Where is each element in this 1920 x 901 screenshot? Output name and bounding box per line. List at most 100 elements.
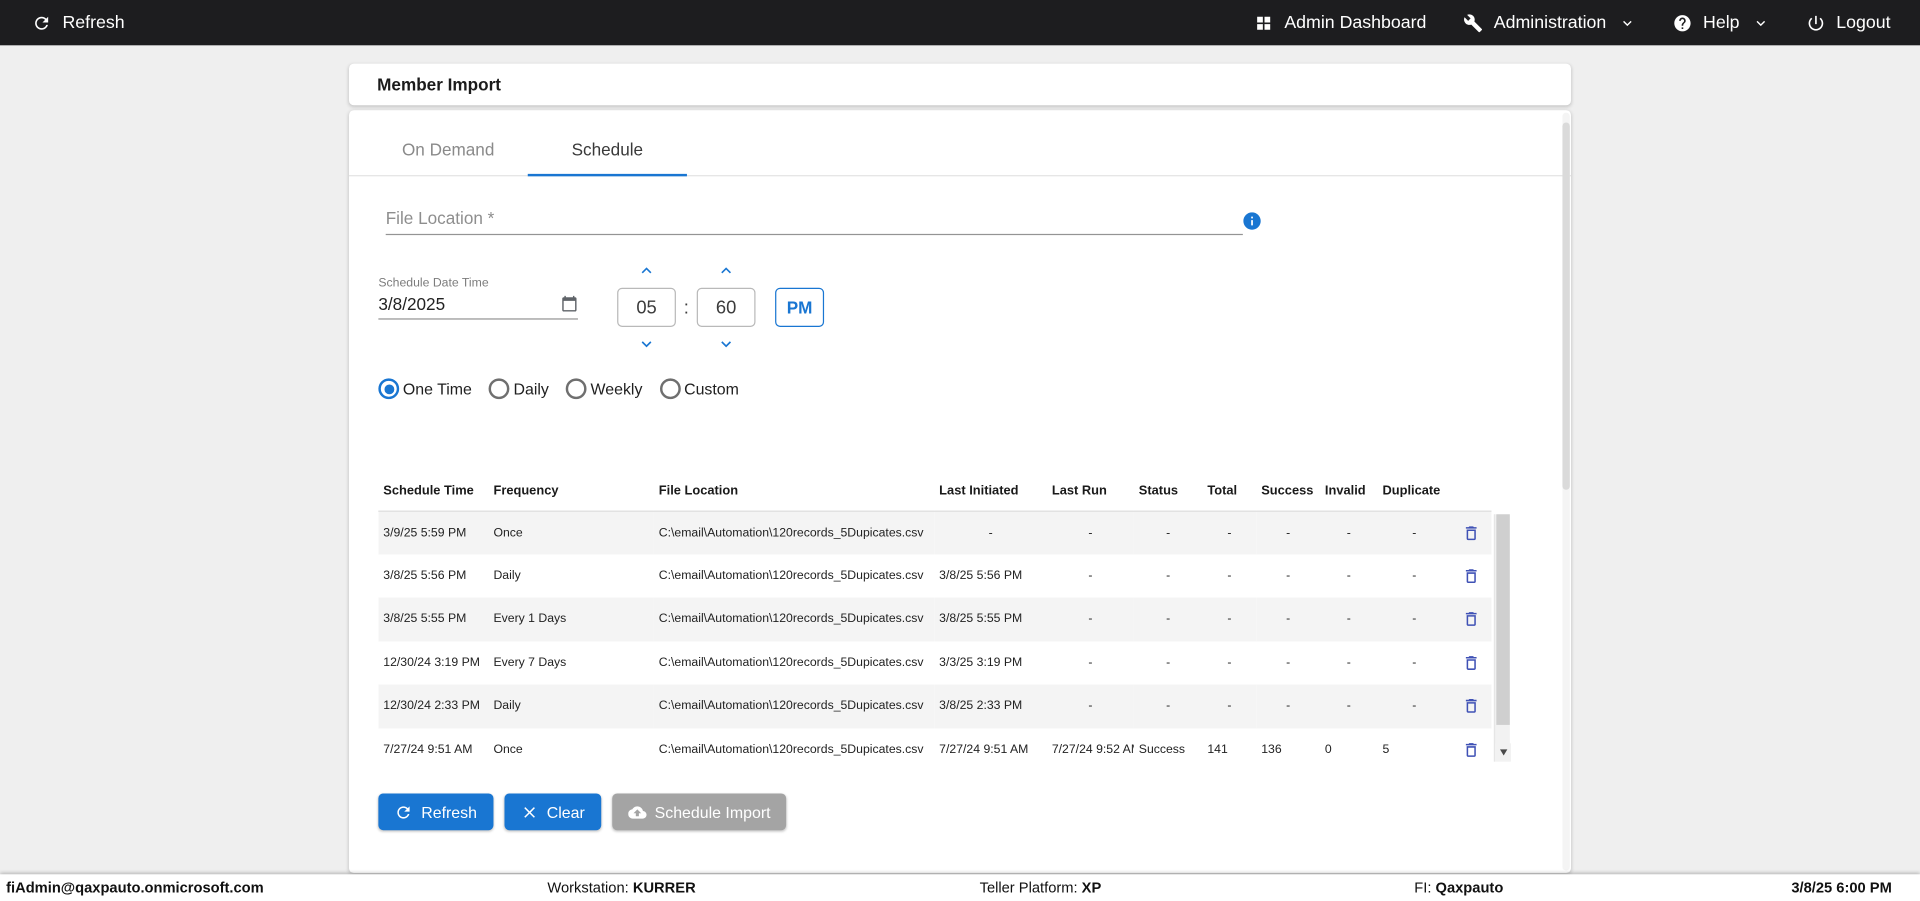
radio-icon <box>489 378 510 400</box>
scrollbar-thumb[interactable] <box>1496 514 1510 725</box>
table-cell: C:\email\Automation\120records_5Dupicate… <box>658 699 924 713</box>
table-cell: 3/8/25 5:56 PM <box>939 569 1023 583</box>
admin-dashboard-label: Admin Dashboard <box>1284 12 1427 33</box>
minute-decrement-button[interactable] <box>711 334 740 354</box>
table-cell: - <box>1412 525 1417 540</box>
topbar-help-menu[interactable]: Help <box>1672 12 1769 33</box>
table-cell: Every 7 Days <box>493 656 567 670</box>
hour-input[interactable]: 05 <box>617 287 676 327</box>
table-cell: 3/8/25 2:33 PM <box>939 699 1023 713</box>
help-label: Help <box>1703 12 1740 33</box>
column-header: Frequency <box>488 471 654 512</box>
table-cell: - <box>1088 656 1093 670</box>
action-buttons: Refresh Clear Schedule Import <box>378 793 787 831</box>
scrollbar-down-button[interactable] <box>1495 743 1512 762</box>
radio-custom[interactable]: Custom <box>659 378 739 400</box>
table-cell: - <box>1166 612 1171 627</box>
file-location-info-button[interactable] <box>1242 211 1263 232</box>
tab-schedule[interactable]: Schedule <box>528 110 687 175</box>
chevron-up-icon <box>721 267 732 274</box>
schedule-import-button[interactable]: Schedule Import <box>611 793 787 831</box>
table-cell: - <box>1346 569 1351 583</box>
table-cell: - <box>1088 612 1093 627</box>
table-cell: Daily <box>493 569 521 583</box>
table-cell: 12/30/24 2:33 PM <box>383 699 480 713</box>
radio-daily[interactable]: Daily <box>489 378 549 400</box>
delete-row-button[interactable] <box>1451 598 1491 641</box>
topbar-logout-button[interactable]: Logout <box>1806 13 1891 32</box>
trash-icon <box>1465 655 1477 670</box>
administration-label: Administration <box>1493 12 1607 33</box>
tab-on-demand[interactable]: On Demand <box>369 110 528 175</box>
trash-icon <box>1465 699 1477 714</box>
table-cell: 7/27/24 9:51 AM <box>383 742 473 757</box>
topbar-admin-dashboard-button[interactable]: Admin Dashboard <box>1254 12 1427 33</box>
chevron-down-icon <box>721 341 732 348</box>
table-cell: - <box>988 525 993 540</box>
table-row: 12/30/24 2:33 PM Daily C:\email\Automation… <box>378 684 1492 728</box>
panel-scrollbar[interactable] <box>1562 112 1570 871</box>
refresh-button-label: Refresh <box>421 802 477 822</box>
table-cell: Once <box>493 742 523 757</box>
column-header: Last Run <box>1046 471 1134 512</box>
table-cell: - <box>1166 656 1171 670</box>
calendar-icon <box>562 295 577 312</box>
table-cell: - <box>1286 569 1291 583</box>
refresh-icon <box>397 805 410 818</box>
topbar-administration-menu[interactable]: Administration <box>1463 12 1636 33</box>
table-scrollbar[interactable] <box>1493 514 1512 762</box>
delete-row-button[interactable] <box>1451 554 1491 597</box>
minute-input[interactable]: 60 <box>696 287 756 327</box>
delete-row-button[interactable] <box>1451 641 1491 684</box>
radio-custom-label: Custom <box>684 379 739 398</box>
delete-row-button[interactable] <box>1451 728 1491 771</box>
column-header: File Location <box>653 471 935 512</box>
radio-weekly[interactable]: Weekly <box>566 378 643 400</box>
hour-increment-button[interactable] <box>632 261 661 281</box>
topbar-refresh-button[interactable]: Refresh <box>32 13 125 32</box>
trash-icon <box>1465 742 1477 757</box>
table-cell: C:\email\Automation\120records_5Dupicate… <box>658 569 924 583</box>
table-cell: Every 1 Days <box>493 612 567 627</box>
table-cell: - <box>1346 656 1351 670</box>
table-cell: - <box>1286 525 1291 540</box>
delete-row-button[interactable] <box>1451 684 1491 727</box>
radio-one-time[interactable]: One Time <box>378 378 472 400</box>
panel-scrollbar-thumb[interactable] <box>1562 122 1570 490</box>
table-cell: 3/9/25 5:59 PM <box>383 525 467 540</box>
file-location-input[interactable]: File Location * <box>385 206 1243 236</box>
schedule-date-time-label: Schedule Date Time <box>378 276 489 291</box>
refresh-icon <box>35 16 49 30</box>
schedule-date-input[interactable]: 3/8/2025 <box>378 291 578 320</box>
delete-row-button[interactable] <box>1451 511 1491 554</box>
table-cell: - <box>1166 699 1171 713</box>
column-header: Success <box>1256 471 1320 512</box>
table-cell: 12/30/24 3:19 PM <box>383 656 480 670</box>
topbar-nav: Admin Dashboard Administration Help Logo… <box>1254 12 1891 33</box>
schedule-table-body: 3/9/25 5:59 PM Once C:\email\Automation\12… <box>378 510 1492 772</box>
hour-decrement-button[interactable] <box>632 334 661 354</box>
table-cell: 3/3/25 3:19 PM <box>939 656 1023 670</box>
refresh-button[interactable]: Refresh <box>378 793 493 831</box>
clear-button[interactable]: Clear <box>503 793 601 831</box>
radio-weekly-label: Weekly <box>590 379 643 398</box>
wrench-icon <box>1463 13 1482 32</box>
table-cell: - <box>1227 525 1232 540</box>
table-cell: Once <box>493 525 523 540</box>
help-icon <box>1674 14 1691 31</box>
table-cell: - <box>1166 525 1171 540</box>
status-datetime: 3/8/25 6:00 PM <box>1791 879 1892 897</box>
table-cell: Daily <box>493 699 521 713</box>
table-row: 3/8/25 5:55 PM Every 1 Days C:\email\Autom… <box>378 597 1492 642</box>
minute-increment-button[interactable] <box>711 261 740 281</box>
tabbar: On Demand Schedule <box>348 110 1572 177</box>
table-cell: 5 <box>1382 742 1390 757</box>
table-cell: 0 <box>1324 742 1332 757</box>
scrollbar-down-arrow-icon <box>1499 749 1507 756</box>
table-row: 3/8/25 5:56 PM Daily C:\email\Automation\1… <box>378 554 1491 597</box>
member-import-panel: On Demand Schedule File Location * Sched… <box>348 110 1572 874</box>
time-separator: : <box>683 296 689 318</box>
teller-platform-value: XP <box>1081 879 1102 897</box>
meridiem-toggle-button[interactable]: PM <box>775 287 825 327</box>
table-cell: - <box>1286 612 1291 627</box>
